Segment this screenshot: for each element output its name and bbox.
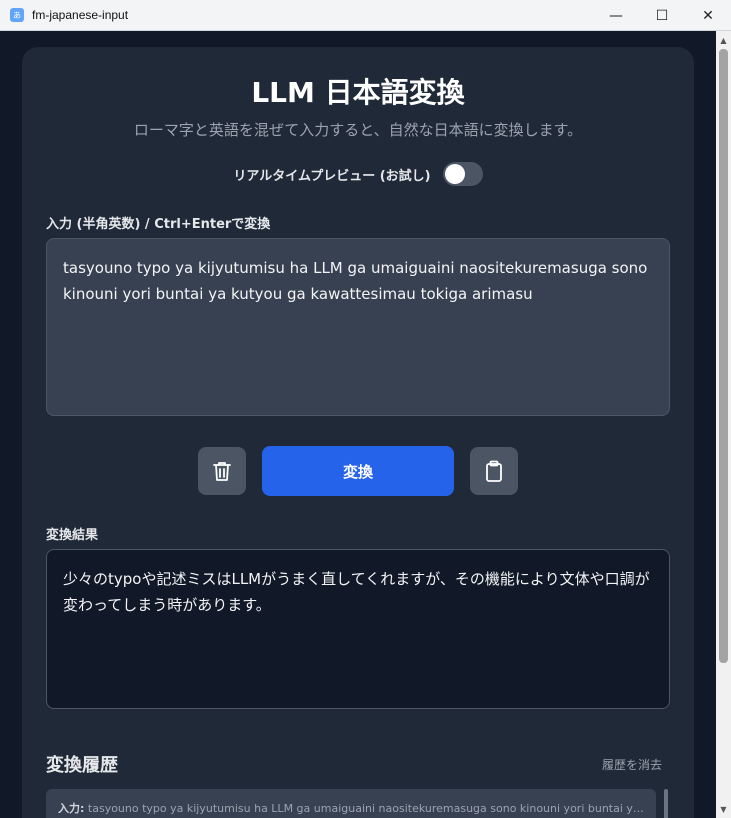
app-content: LLM 日本語変換 ローマ字と英語を混ぜて入力すると、自然な日本語に変換します。… (0, 31, 716, 818)
window-titlebar: あ fm-japanese-input — ☐ ✕ (0, 0, 731, 31)
trash-icon (213, 462, 231, 481)
app-icon: あ (10, 8, 24, 22)
page-subtitle: ローマ字と英語を混ぜて入力すると、自然な日本語に変換します。 (133, 121, 583, 139)
preview-toggle[interactable] (442, 162, 483, 186)
history-title: 変換履歴 (46, 755, 118, 776)
history-item[interactable]: 入力: tasyouno typo ya kijyutumisu ha LLM … (46, 789, 656, 818)
preview-toggle-row: リアルタイムプレビュー (お試し) (22, 162, 694, 186)
close-button[interactable]: ✕ (685, 0, 731, 31)
minimize-button[interactable]: — (593, 0, 639, 31)
toggle-knob (444, 164, 465, 184)
preview-toggle-label: リアルタイムプレビュー (お試し) (233, 168, 431, 184)
history-scrollbar[interactable] (664, 789, 668, 818)
scroll-up-icon[interactable]: ▲ (716, 33, 731, 47)
clipboard-icon (486, 460, 502, 482)
window-scrollbar[interactable]: ▲ ▼ (716, 31, 731, 818)
page-title: LLM 日本語変換 (251, 76, 465, 109)
history-item-prefix: 入力: (58, 802, 85, 815)
scroll-down-icon[interactable]: ▼ (716, 802, 731, 816)
scrollbar-thumb[interactable] (719, 49, 728, 663)
clear-history-button[interactable]: 履歴を消去 (602, 756, 662, 773)
input-label: 入力 (半角英数) / Ctrl+Enterで変換 (46, 217, 271, 232)
maximize-button[interactable]: ☐ (639, 0, 685, 31)
output-label: 変換結果 (46, 528, 99, 543)
history-item-text: tasyouno typo ya kijyutumisu ha LLM ga u… (87, 802, 656, 815)
clear-button[interactable] (198, 447, 246, 495)
romaji-input[interactable]: tasyouno typo ya kijyutumisu ha LLM ga u… (46, 238, 670, 416)
main-card: LLM 日本語変換 ローマ字と英語を混ぜて入力すると、自然な日本語に変換します。… (22, 47, 694, 818)
action-row: 変換 (22, 446, 694, 496)
conversion-result[interactable]: 少々のtypoや記述ミスはLLMがうまく直してくれますが、その機能により文体や口… (46, 549, 670, 709)
copy-button[interactable] (470, 447, 518, 495)
convert-button[interactable]: 変換 (262, 446, 454, 496)
window-title: fm-japanese-input (32, 8, 129, 22)
